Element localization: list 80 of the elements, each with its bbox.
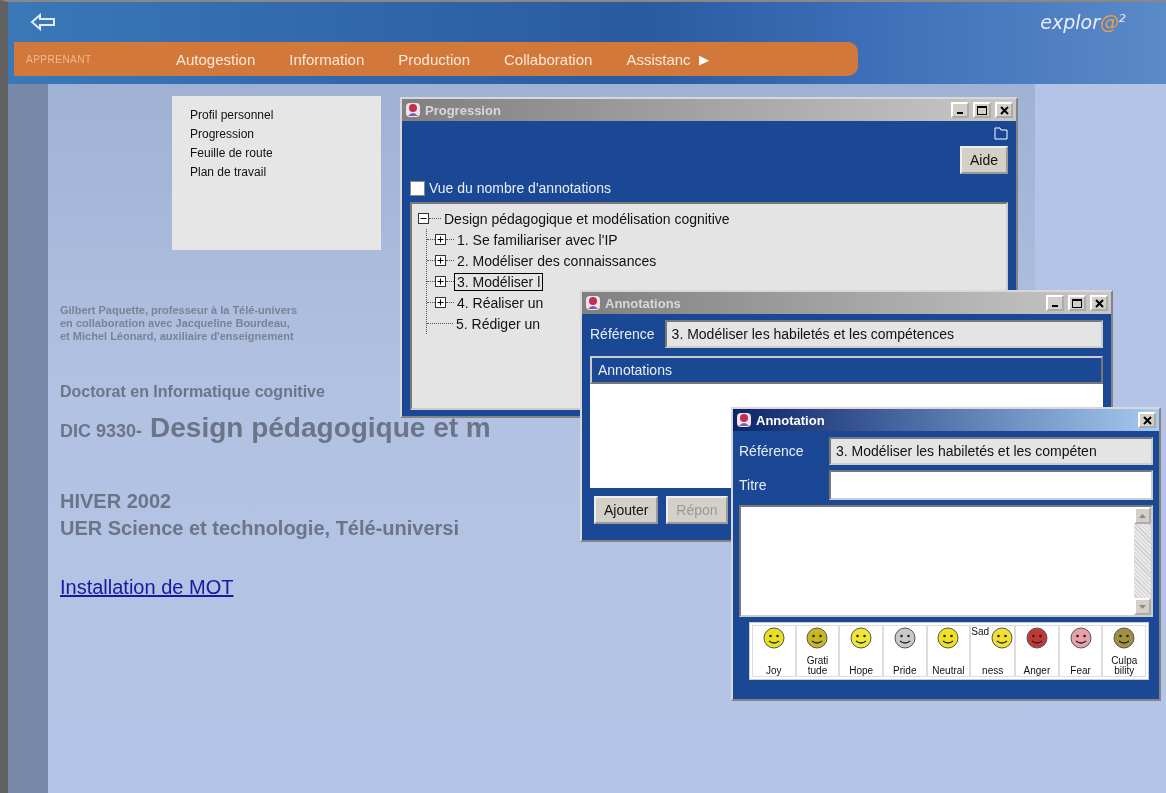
- app-icon: [405, 102, 421, 118]
- app-icon: [736, 412, 752, 428]
- role-label: APPRENANT: [26, 53, 93, 65]
- help-button[interactable]: Aide: [959, 146, 1008, 174]
- maximize-button[interactable]: [973, 102, 991, 118]
- scroll-up-icon: [1139, 513, 1146, 518]
- credit-line: et Michel Léonard, auxiliaire d'enseignement: [60, 330, 294, 343]
- credit-line: Gilbert Paquette, professeur à la Télé-univers: [60, 304, 298, 317]
- tree-item[interactable]: 5. Rédiger un: [453, 314, 544, 333]
- credit-line: en collaboration avec Jacqueline Bourdeau,: [60, 317, 290, 330]
- emotion-option[interactable]: Neutral: [926, 625, 971, 677]
- tree-item[interactable]: 1. Se familiariser avec l'IP: [454, 230, 621, 249]
- emotion-label: Fear: [1070, 666, 1091, 676]
- close-icon: [999, 105, 1009, 115]
- list-header: Annotations: [590, 356, 1103, 384]
- emotion-option[interactable]: Pride: [882, 625, 927, 677]
- emotion-label: Pride: [893, 666, 917, 676]
- emotion-option[interactable]: Fear: [1058, 625, 1103, 677]
- folder-icon[interactable]: [994, 127, 1008, 140]
- checkbox-label: Vue du nombre d'annotations: [429, 180, 611, 196]
- emotion-label: ness: [982, 666, 1004, 676]
- tree-item[interactable]: 2. Modéliser des connaissances: [454, 251, 660, 270]
- unit-heading: UER Science et technologie, Télé-universi: [60, 517, 459, 540]
- submenu-item[interactable]: Profil personnel: [190, 106, 274, 125]
- window-title: Annotation: [756, 412, 826, 428]
- close-button[interactable]: [1090, 295, 1108, 311]
- course-code: DIC 9330-: [60, 420, 143, 443]
- emotion-option[interactable]: Anger: [1015, 625, 1059, 677]
- reference-label: Référence: [590, 326, 655, 342]
- minimize-button[interactable]: [951, 102, 969, 118]
- submenu-item[interactable]: Progression: [190, 125, 255, 144]
- program-title: Doctorat en Informatique cognitive: [60, 383, 325, 401]
- maximize-icon: [977, 105, 987, 115]
- tree-item[interactable]: Design pédagogique et modélisation cognitive: [441, 209, 733, 228]
- logo: explor@$^{2}$: [1040, 11, 1126, 33]
- maximize-icon: [1072, 298, 1082, 308]
- reference-label: Référence: [739, 443, 805, 459]
- maximize-button[interactable]: [1068, 295, 1086, 311]
- emotion-option[interactable]: Sad ness: [970, 625, 1016, 677]
- expand-icon[interactable]: [435, 297, 446, 308]
- scroll-down-icon: [1139, 604, 1146, 609]
- emotion-label: Sad: [971, 626, 990, 637]
- expand-icon[interactable]: [435, 234, 446, 245]
- reference-field[interactable]: 3. Modéliser les habiletés et les compétences: [664, 320, 1103, 348]
- action-button[interactable]: Ajouter: [594, 496, 659, 524]
- tree-item[interactable]: 4. Réaliser un: [454, 293, 547, 312]
- emotion-label: Anger: [1023, 666, 1051, 676]
- term-heading: HIVER 2002: [60, 490, 172, 513]
- course-title: Design pédagogique et m: [150, 413, 491, 443]
- emotion-label: Neutral: [932, 666, 965, 676]
- submenu-item[interactable]: Feuille de route: [190, 144, 273, 163]
- emotion-label: Joy: [766, 666, 782, 676]
- close-icon: [1142, 415, 1152, 425]
- expand-icon[interactable]: [435, 276, 446, 287]
- close-button[interactable]: [1138, 412, 1156, 428]
- window-title: Progression: [425, 102, 502, 118]
- close-button[interactable]: [995, 102, 1013, 118]
- emotion-label: Culpa bility: [1111, 656, 1138, 676]
- tree-item[interactable]: 3. Modéliser l: [454, 272, 544, 291]
- emotion-option[interactable]: Hope: [839, 625, 883, 677]
- title-label: Titre: [739, 477, 768, 493]
- collapse-icon[interactable]: [418, 213, 429, 224]
- emotion-option[interactable]: Culpa bility: [1102, 625, 1147, 677]
- reference-field[interactable]: 3. Modéliser les habiletés et les compéten: [829, 437, 1153, 465]
- emotion-label: Grati tude: [806, 656, 829, 676]
- back-arrow-icon[interactable]: [30, 13, 56, 31]
- window-title: Annotations: [605, 295, 682, 311]
- checkbox[interactable]: [410, 180, 425, 196]
- app-icon: [585, 295, 601, 311]
- annotation-text-area[interactable]: [739, 505, 1153, 617]
- close-icon: [1094, 298, 1104, 308]
- submenu-item[interactable]: Plan de travail: [190, 163, 267, 182]
- emotion-label: Hope: [849, 666, 874, 676]
- scrollbar[interactable]: [1134, 507, 1151, 615]
- emotion-option[interactable]: Joy: [752, 625, 796, 677]
- minimize-button[interactable]: [1046, 295, 1064, 311]
- emotion-option[interactable]: Grati tude: [795, 625, 840, 677]
- title-field[interactable]: [829, 470, 1153, 500]
- expand-icon[interactable]: [435, 255, 446, 266]
- install-link[interactable]: Installation de MOT: [60, 576, 234, 599]
